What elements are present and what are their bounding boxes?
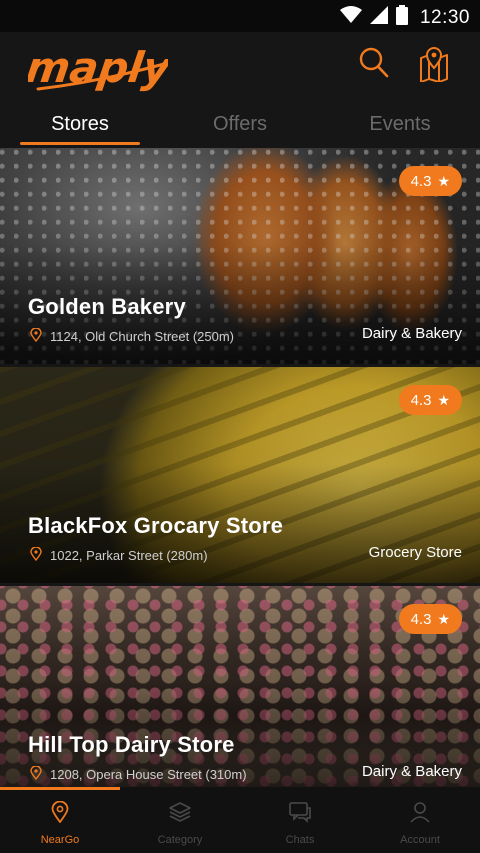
- store-card[interactable]: 4.3 ★ Hill Top Dairy Store 1208, Opera Ho…: [0, 586, 480, 802]
- location-pin-icon: [30, 327, 42, 345]
- rating-badge: 4.3 ★: [398, 604, 462, 634]
- store-name: BlackFox Grocary Store: [28, 513, 284, 538]
- star-icon: ★: [437, 392, 450, 408]
- battery-icon: [395, 5, 408, 30]
- map-pin-icon[interactable]: [418, 46, 450, 83]
- store-category: Dairy & Bakery: [361, 763, 462, 780]
- nav-item-category[interactable]: Category: [120, 801, 240, 846]
- store-name: Hill Top Dairy Store: [28, 732, 235, 757]
- app-logo: maply: [23, 42, 175, 99]
- app-bar: maply Stores Offers Events: [0, 32, 480, 146]
- tab-bar: Stores Offers Events: [0, 106, 480, 146]
- store-category: Dairy & Bakery: [361, 325, 462, 342]
- layers-icon: [168, 802, 192, 827]
- star-icon: ★: [437, 173, 450, 189]
- location-pin-icon: [51, 800, 69, 827]
- store-address-text: 1124, Old Church Street (250m): [50, 329, 235, 344]
- cellular-signal-icon: [369, 6, 388, 29]
- location-pin-icon: [30, 765, 42, 783]
- store-address-text: 1022, Parkar Street (280m): [50, 548, 208, 563]
- nav-label: Account: [400, 834, 440, 846]
- chat-icon: [288, 802, 312, 827]
- store-address: 1022, Parkar Street (280m): [30, 546, 208, 564]
- store-category: Grocery Store: [368, 544, 462, 561]
- status-icons: 12:30: [339, 5, 470, 30]
- nav-label: NearGo: [40, 834, 80, 846]
- nav-label: Chats: [285, 834, 315, 846]
- store-card[interactable]: 4.3 ★ Golden Bakery 1124, Old Church Stre…: [0, 148, 480, 364]
- store-name: Golden Bakery: [28, 294, 186, 319]
- nav-label: Category: [157, 834, 203, 846]
- location-pin-icon: [30, 546, 42, 564]
- nav-item-chats[interactable]: Chats: [240, 801, 360, 846]
- status-bar: 12:30: [0, 0, 480, 32]
- store-card[interactable]: 4.3 ★ BlackFox Grocary Store 1022, Parkar…: [0, 367, 480, 583]
- tab-stores[interactable]: Stores: [0, 106, 160, 146]
- tab-offers[interactable]: Offers: [160, 106, 320, 146]
- nav-item-account[interactable]: Account: [360, 801, 480, 846]
- status-time: 12:30: [419, 6, 470, 28]
- star-icon: ★: [437, 611, 450, 627]
- user-icon: [409, 802, 431, 827]
- nav-item-neargo[interactable]: NearGo: [0, 800, 120, 846]
- rating-badge: 4.3 ★: [398, 166, 462, 196]
- store-address: 1124, Old Church Street (250m): [30, 327, 235, 345]
- store-address: 1208, Opera House Street (310m): [30, 765, 247, 783]
- nav-indicator: [0, 787, 120, 790]
- store-address-text: 1208, Opera House Street (310m): [50, 767, 247, 782]
- wifi-icon: [339, 6, 362, 29]
- tab-events[interactable]: Events: [320, 106, 480, 146]
- search-icon[interactable]: [358, 46, 390, 82]
- tab-indicator: [20, 142, 140, 145]
- rating-badge: 4.3 ★: [398, 385, 462, 415]
- bottom-nav: NearGo Category Chats Account: [0, 787, 480, 853]
